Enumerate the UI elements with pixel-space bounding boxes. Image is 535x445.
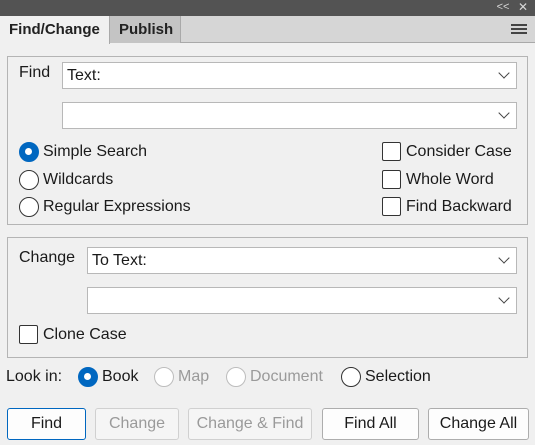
change-label: Change: [19, 249, 76, 266]
radio-regular-expressions[interactable]: [19, 197, 39, 217]
chevron-down-icon: [498, 67, 510, 79]
change-and-find-button[interactable]: Change & Find: [188, 408, 312, 440]
look-in-map-label: Map: [178, 368, 210, 385]
find-type-value: Text:: [67, 67, 101, 84]
radio-look-in-book[interactable]: [78, 367, 98, 387]
checkbox-clone-case[interactable]: [19, 325, 38, 344]
radio-look-in-selection[interactable]: [341, 367, 361, 387]
radio-wildcards[interactable]: [19, 170, 39, 190]
panel-titlebar: << ✕: [0, 0, 535, 16]
look-in-document-label: Document: [250, 368, 323, 385]
consider-case-label: Consider Case: [406, 143, 512, 160]
radio-look-in-map[interactable]: [154, 367, 174, 387]
change-type-dropdown[interactable]: To Text:: [87, 247, 517, 274]
collapse-panel-icon[interactable]: <<: [495, 0, 511, 16]
tab-publish[interactable]: Publish: [110, 16, 181, 43]
change-all-button[interactable]: Change All: [428, 408, 529, 440]
checkbox-find-backward[interactable]: [382, 197, 401, 216]
tab-bar: Find/Change Publish: [0, 16, 535, 44]
change-replace-input[interactable]: [87, 287, 517, 314]
checkbox-whole-word[interactable]: [382, 170, 401, 189]
checkbox-consider-case[interactable]: [382, 142, 401, 161]
find-query-input[interactable]: [62, 102, 517, 129]
find-label: Find: [19, 64, 51, 81]
simple-search-label: Simple Search: [43, 143, 148, 160]
find-backward-label: Find Backward: [406, 198, 512, 215]
tab-find-change[interactable]: Find/Change: [0, 16, 110, 44]
radio-look-in-document[interactable]: [226, 367, 246, 387]
whole-word-label: Whole Word: [406, 171, 494, 188]
chevron-down-icon: [498, 252, 510, 264]
find-all-button[interactable]: Find All: [322, 408, 419, 440]
chevron-down-icon[interactable]: [498, 107, 510, 119]
close-panel-icon[interactable]: ✕: [515, 0, 531, 16]
panel-menu-icon[interactable]: [511, 24, 527, 36]
change-button[interactable]: Change: [95, 408, 179, 440]
look-in-book-label: Book: [102, 368, 139, 385]
look-in-label: Look in:: [6, 368, 63, 385]
change-type-value: To Text:: [92, 252, 147, 269]
clone-case-label: Clone Case: [43, 326, 127, 343]
find-button[interactable]: Find: [7, 408, 86, 440]
radio-simple-search[interactable]: [19, 142, 39, 162]
find-type-dropdown[interactable]: Text:: [62, 62, 517, 89]
wildcards-label: Wildcards: [43, 171, 114, 188]
regular-expressions-label: Regular Expressions: [43, 198, 191, 215]
look-in-selection-label: Selection: [365, 368, 431, 385]
chevron-down-icon[interactable]: [498, 292, 510, 304]
